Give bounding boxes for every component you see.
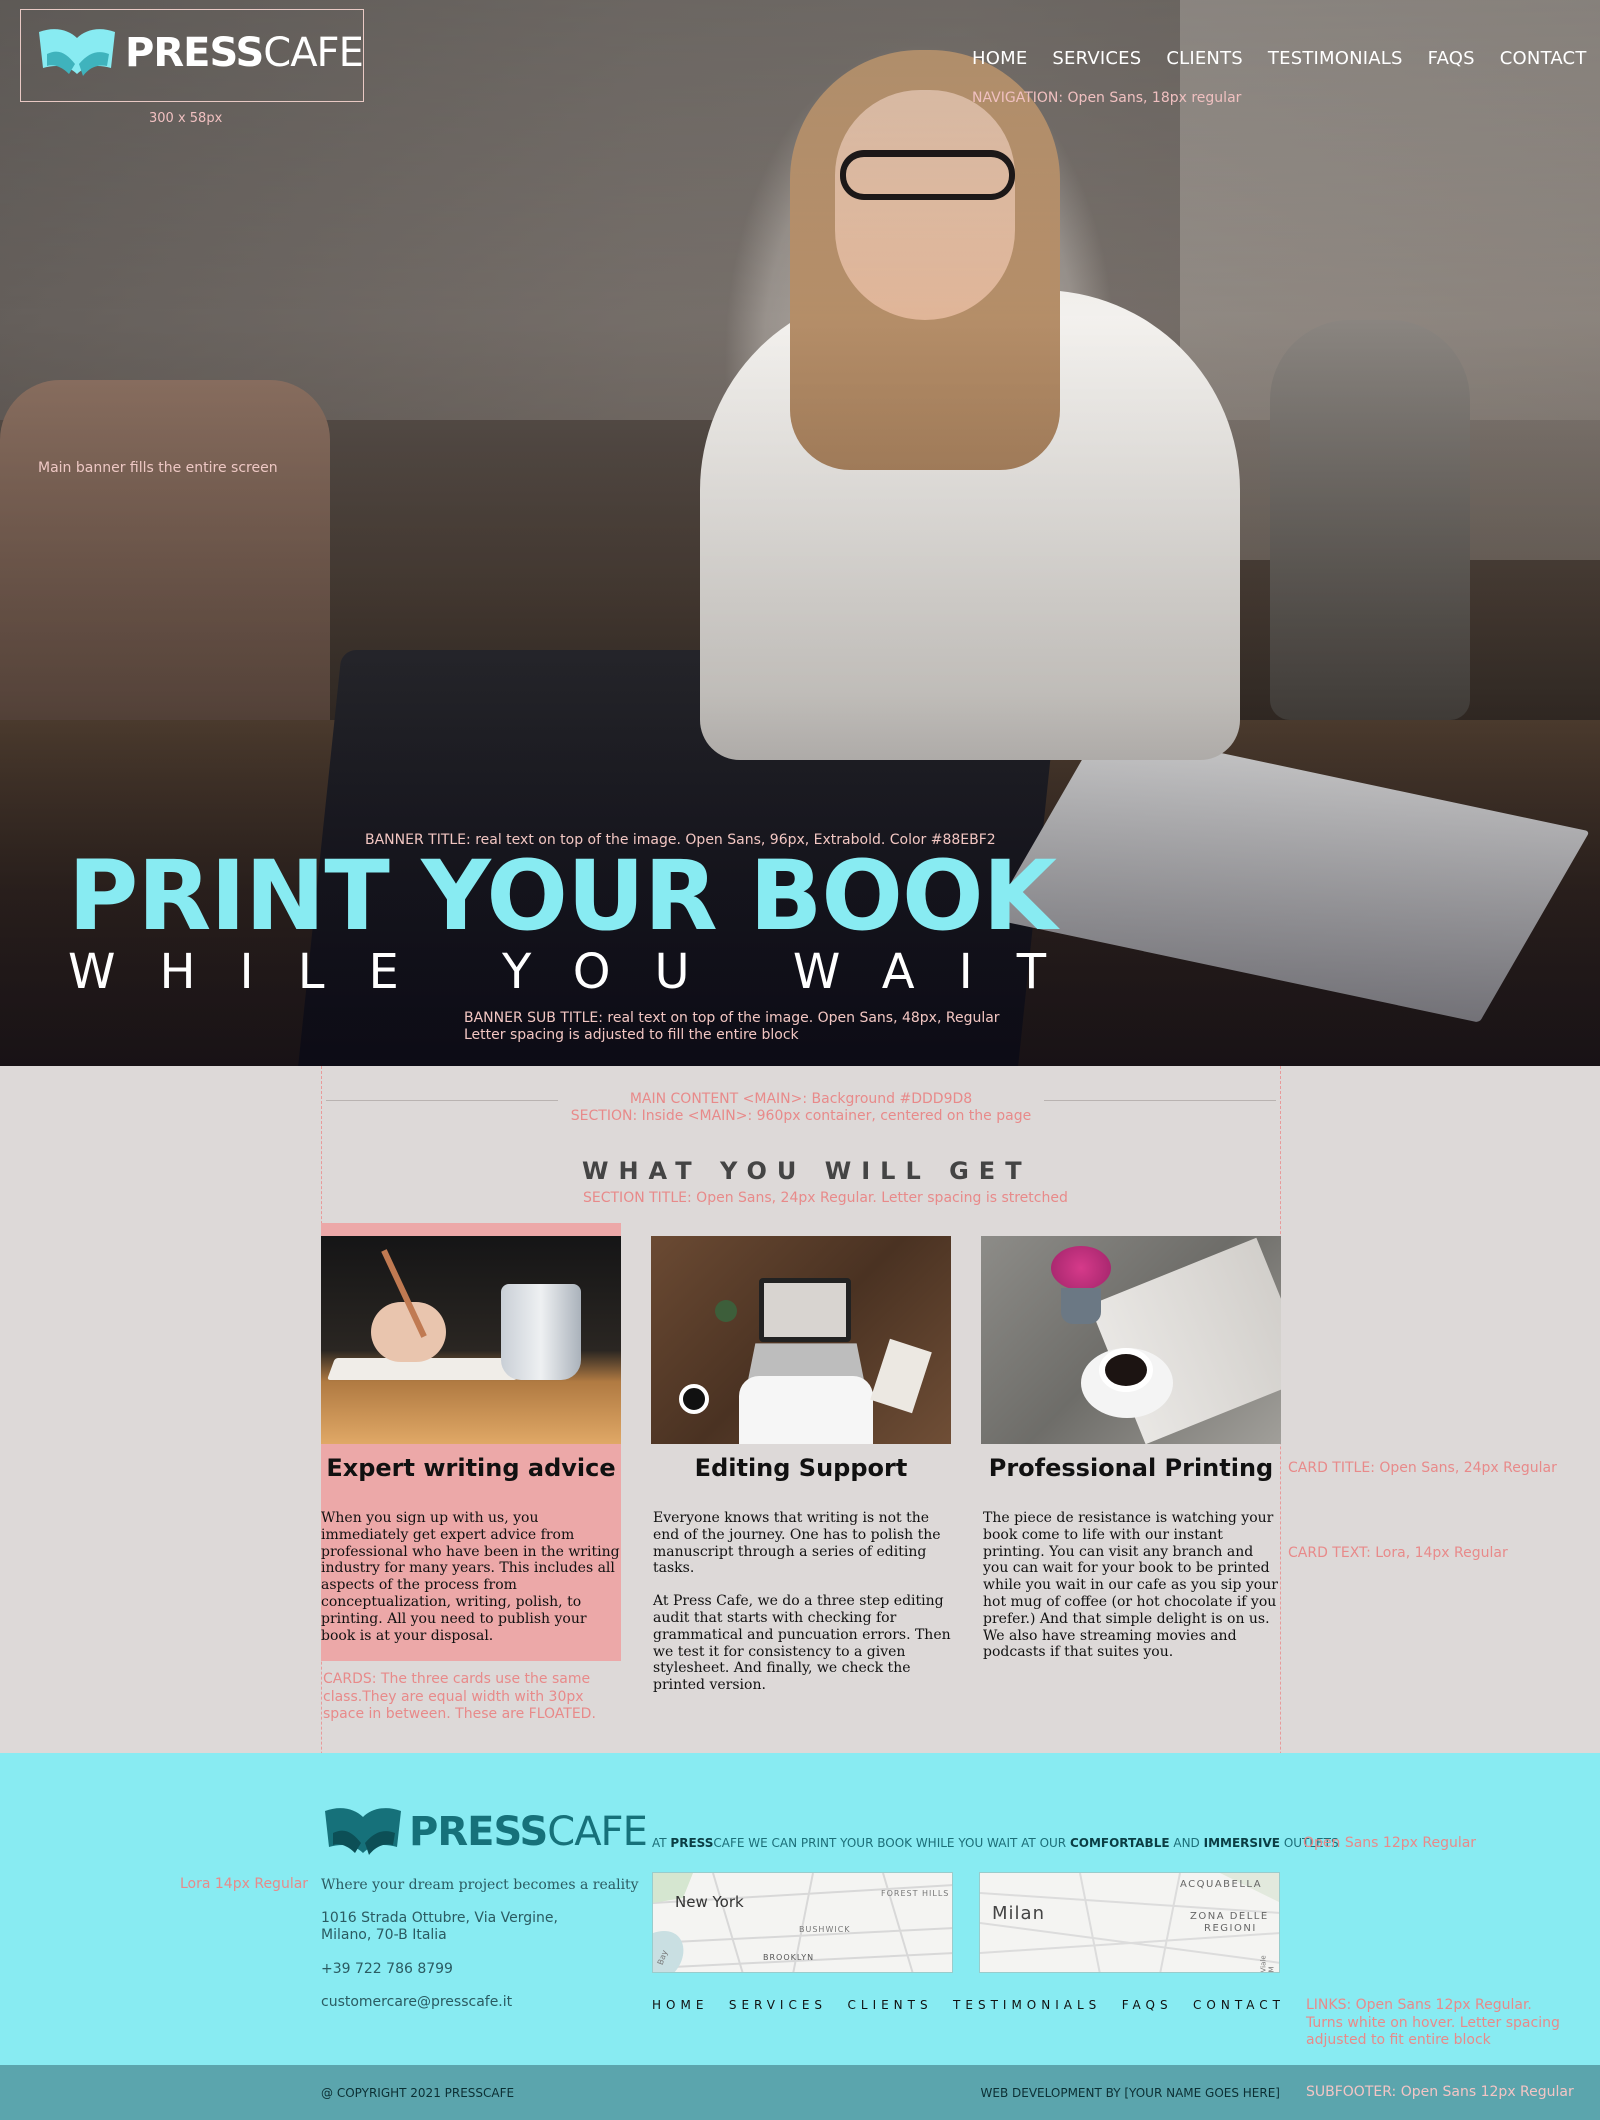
footer-link-faqs[interactable]: FAQS — [1122, 1998, 1173, 2012]
footer-link-testimonials[interactable]: TESTIMONIALS — [953, 1998, 1101, 2012]
plant-shape — [715, 1300, 737, 1322]
book-hands-logo-icon — [39, 29, 115, 76]
footer-phone[interactable]: +39 722 786 8799 — [321, 1961, 453, 1977]
map-area-label: REGIONI — [1204, 1923, 1257, 1934]
cup-shape — [679, 1384, 709, 1414]
footer-link-contact[interactable]: CONTACT — [1193, 1998, 1285, 2012]
outlets-text-bold: IMMERSIVE — [1203, 1836, 1280, 1850]
opensans-note: Open Sans 12px Regular — [1303, 1835, 1477, 1851]
nav-clients[interactable]: CLIENTS — [1166, 48, 1243, 69]
banner-title: PRINT YOUR BOOK — [68, 840, 1057, 952]
card-title: Expert writing advice — [326, 1454, 616, 1482]
footer-address-line-1: 1016 Strada Ottubre, Via Vergine, — [321, 1910, 558, 1926]
laptop-screen-shape — [759, 1278, 851, 1342]
lora-note: Lora 14px Regular — [180, 1876, 309, 1892]
card-title-note: CARD TITLE: Open Sans, 24px Regular — [1288, 1460, 1557, 1476]
map-area-label: BUSHWICK — [799, 1925, 851, 1934]
notebook-shape — [326, 1358, 526, 1380]
map-area-label: ZONA DELLE — [1190, 1911, 1269, 1922]
flowers-shape — [1051, 1246, 1111, 1290]
flower-pot-shape — [1061, 1288, 1101, 1324]
nav-testimonials[interactable]: TESTIMONIALS — [1268, 48, 1403, 69]
footer-logo-wordmark: PRESSCAFE — [409, 1809, 648, 1855]
card-professional-printing: Professional Printing The piece de resis… — [981, 1236, 1281, 1677]
map-new-york[interactable]: New York FOREST HILLS BUSHWICK BROOKLYN … — [652, 1872, 953, 1973]
card-paragraph: The piece de resistance is watching your… — [983, 1510, 1278, 1661]
main-content-note: MAIN CONTENT <MAIN>: Background #DDD9D8 — [629, 1091, 973, 1107]
footer-logo[interactable]: PRESSCAFE — [321, 1803, 648, 1861]
map-area-label: ACQUABELLA — [1180, 1879, 1263, 1890]
banner-subtitle: WHILE YOU WAIT — [68, 944, 1091, 1000]
card-text: When you sign up with us, you immediatel… — [321, 1510, 621, 1644]
map-area-label: BROOKLYN — [763, 1953, 815, 1962]
links-note: LINKS: Open Sans 12px Regular. Turns whi… — [1306, 1997, 1560, 2048]
outlets-text-part: AND — [1169, 1836, 1204, 1850]
card-title: Professional Printing — [988, 1454, 1274, 1482]
copyright-text: @ COPYRIGHT 2021 PRESSCAFE — [321, 2086, 515, 2100]
navigation-note: NAVIGATION: Open Sans, 18px regular — [972, 90, 1242, 106]
map-city-label: Milan — [992, 1903, 1045, 1924]
card-text: The piece de resistance is watching your… — [981, 1510, 1281, 1661]
outlets-text-part: AT — [652, 1836, 671, 1850]
section-title: WHAT YOU WILL GET — [582, 1157, 1032, 1185]
map-city-label: New York — [675, 1893, 744, 1911]
hero-banner: PRESSCAFE 300 x 58px HOME SERVICES CLIEN… — [0, 0, 1600, 1066]
footer-tagline: Where your dream project becomes a reali… — [321, 1877, 639, 1893]
logo-wordmark: PRESSCAFE — [125, 30, 364, 76]
logo-size-note: 300 x 58px — [149, 111, 223, 126]
subfooter-note: SUBFOOTER: Open Sans 12px Regular — [1306, 2084, 1574, 2100]
paper-shape — [870, 1338, 932, 1414]
nav-services[interactable]: SERVICES — [1052, 48, 1141, 69]
card-editing-support: Editing Support Everyone knows that writ… — [651, 1236, 951, 1710]
footer-link-clients[interactable]: CLIENTS — [848, 1998, 933, 2012]
outlets-text: AT PRESSCAFE WE CAN PRINT YOUR BOOK WHIL… — [652, 1836, 1339, 1850]
outlets-text-bold: COMFORTABLE — [1069, 1836, 1170, 1850]
map-area-label: Viale M — [1259, 1955, 1276, 1973]
banner-subtitle-note-1: BANNER SUB TITLE: real text on top of th… — [464, 1010, 1000, 1026]
mug-shape — [501, 1284, 581, 1380]
card-image-magazine — [981, 1236, 1281, 1444]
card-title: Editing Support — [694, 1454, 908, 1482]
coffee-cup-shape — [1099, 1348, 1153, 1392]
footer-link-services[interactable]: SERVICES — [729, 1998, 827, 2012]
banner-subtitle-note-2: Letter spacing is adjusted to fill the e… — [464, 1027, 799, 1043]
outlets-text-bold: PRESS — [670, 1836, 714, 1850]
card-paragraph: At Press Cafe, we do a three step editin… — [653, 1593, 951, 1694]
banner-fill-note: Main banner fills the entire screen — [38, 460, 278, 476]
footer-address-line-2: Milano, 70-B Italia — [321, 1927, 447, 1943]
footer-navigation: HOME SERVICES CLIENTS TESTIMONIALS FAQS … — [652, 1998, 1280, 2012]
card-image-writing — [321, 1236, 621, 1444]
main-navigation: HOME SERVICES CLIENTS TESTIMONIALS FAQS … — [972, 48, 1587, 69]
map-milan[interactable]: Milan ACQUABELLA ZONA DELLE REGIONI Vial… — [979, 1872, 1280, 1973]
map-area-label: FOREST HILLS — [881, 1889, 950, 1898]
section-container-note: SECTION: Inside <MAIN>: 960px container,… — [570, 1108, 1032, 1124]
footer-email[interactable]: customercare@presscafe.it — [321, 1994, 512, 2010]
card-expert-writing: Expert writing advice When you sign up w… — [321, 1236, 621, 1660]
footer-link-home[interactable]: HOME — [652, 1998, 708, 2012]
card-paragraph: When you sign up with us, you immediatel… — [321, 1510, 620, 1644]
developer-credit: WEB DEVELOPMENT BY [YOUR NAME GOES HERE] — [980, 2086, 1280, 2100]
card-text: Everyone knows that writing is not the e… — [651, 1510, 951, 1694]
card-text-note: CARD TEXT: Lora, 14px Regular — [1288, 1545, 1508, 1561]
cards-note: CARDS: The three cards use the same clas… — [323, 1671, 596, 1722]
outlets-text-part: CAFE WE CAN PRINT YOUR BOOK WHILE YOU WA… — [713, 1836, 1070, 1850]
nav-contact[interactable]: CONTACT — [1500, 48, 1587, 69]
book-hands-logo-icon — [325, 1808, 401, 1855]
site-logo[interactable]: PRESSCAFE — [35, 24, 364, 82]
section-title-note: SECTION TITLE: Open Sans, 24px Regular. … — [583, 1190, 1068, 1206]
card-paragraph: Everyone knows that writing is not the e… — [653, 1510, 941, 1577]
nav-faqs[interactable]: FAQS — [1428, 48, 1475, 69]
card-image-laptop — [651, 1236, 951, 1444]
arms-shape — [739, 1376, 873, 1444]
nav-home[interactable]: HOME — [972, 48, 1027, 69]
